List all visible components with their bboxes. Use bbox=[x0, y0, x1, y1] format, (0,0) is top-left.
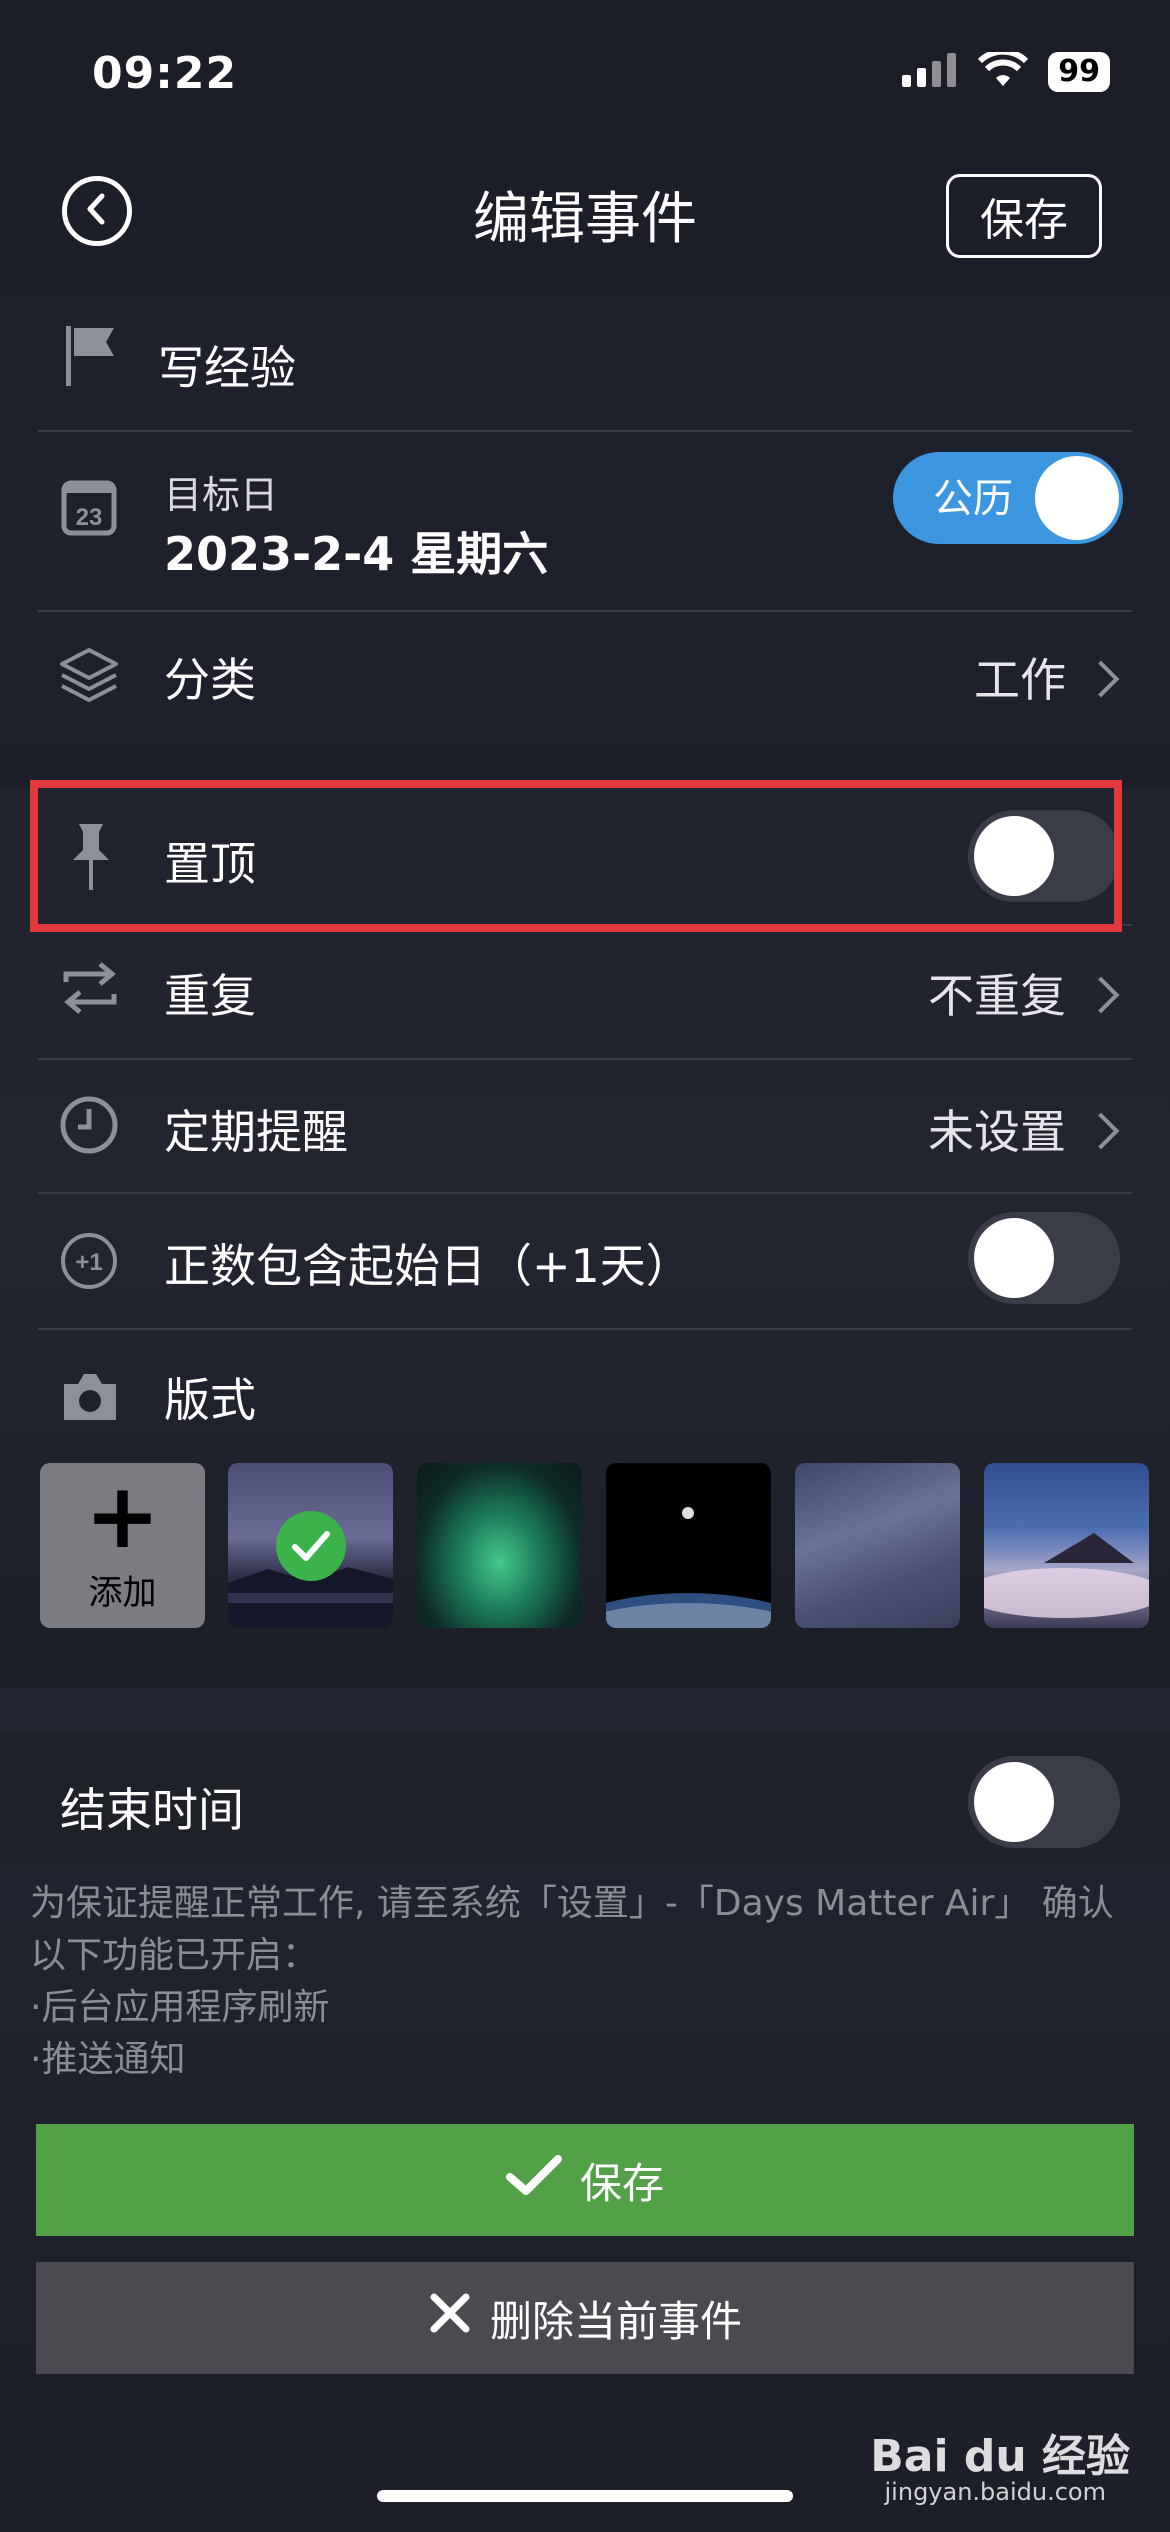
repeat-icon bbox=[60, 960, 120, 1016]
checkmark-icon bbox=[505, 2153, 562, 2207]
svg-text:+1: +1 bbox=[75, 1249, 102, 1276]
notice-text: 为保证提醒正常工作, 请至系统「设置」-「Days Matter Air」 确认… bbox=[30, 1878, 1140, 2086]
repeat-label: 重复 bbox=[164, 969, 256, 1023]
status-icons: 99 bbox=[902, 48, 1110, 92]
end-time-toggle[interactable] bbox=[968, 1756, 1120, 1848]
selected-check-icon bbox=[276, 1511, 346, 1581]
chevron-right-icon bbox=[1082, 660, 1120, 698]
include-start-label: 正数包含起始日（+1天） bbox=[164, 1239, 692, 1293]
style-thumbnail-3[interactable] bbox=[606, 1463, 771, 1628]
notice-line-2: ·后台应用程序刷新 bbox=[30, 1987, 330, 2028]
calendar-type-label: 公历 bbox=[933, 476, 1013, 522]
svg-text:23: 23 bbox=[76, 504, 103, 531]
highlight-annotation bbox=[30, 780, 1122, 932]
wifi-icon bbox=[978, 48, 1029, 92]
chevron-right-icon bbox=[1082, 976, 1120, 1014]
add-style-label: 添加 bbox=[88, 1573, 157, 1613]
plus-icon: + bbox=[84, 1464, 161, 1569]
category-value[interactable]: 工作 bbox=[974, 644, 1066, 710]
calendar-type-toggle[interactable]: 公历 bbox=[893, 452, 1123, 544]
toggle-knob bbox=[974, 1218, 1054, 1298]
camera-icon bbox=[60, 1370, 120, 1424]
layers-icon bbox=[58, 644, 120, 706]
baidu-watermark-url: jingyan.baidu.com bbox=[884, 2478, 1106, 2506]
end-time-section: 结束时间 bbox=[0, 1734, 1170, 1868]
notice-line-3: ·推送通知 bbox=[30, 2039, 186, 2080]
toggle-knob bbox=[1035, 456, 1119, 540]
reminder-value[interactable]: 未设置 bbox=[928, 1096, 1066, 1162]
reminder-label: 定期提醒 bbox=[164, 1105, 348, 1159]
end-time-label: 结束时间 bbox=[60, 1783, 244, 1837]
toggle-knob bbox=[974, 1762, 1054, 1842]
status-time: 09:22 bbox=[92, 48, 238, 99]
save-button[interactable]: 保存 bbox=[36, 2124, 1134, 2236]
style-thumbnail-2[interactable] bbox=[417, 1463, 582, 1628]
nav-save-button[interactable]: 保存 bbox=[946, 174, 1102, 258]
flag-icon bbox=[60, 324, 120, 388]
add-style-button[interactable]: + 添加 bbox=[40, 1463, 205, 1628]
plus-one-icon: +1 bbox=[58, 1230, 120, 1292]
battery-icon: 99 bbox=[1048, 52, 1110, 92]
home-indicator bbox=[377, 2490, 793, 2502]
style-label: 版式 bbox=[164, 1373, 256, 1427]
category-label: 分类 bbox=[164, 653, 256, 707]
notice-line-1: 为保证提醒正常工作, 请至系统「设置」-「Days Matter Air」 确认… bbox=[30, 1883, 1114, 1976]
target-date-label: 目标日 bbox=[164, 473, 279, 517]
event-name-field[interactable]: 写经验 bbox=[158, 332, 296, 398]
repeat-value[interactable]: 不重复 bbox=[928, 960, 1066, 1026]
chevron-right-icon bbox=[1082, 1112, 1120, 1150]
style-thumbnail-1[interactable] bbox=[228, 1463, 393, 1628]
clock-icon bbox=[58, 1094, 120, 1156]
signal-icon bbox=[902, 53, 958, 91]
delete-button-label: 删除当前事件 bbox=[489, 2296, 742, 2346]
close-icon bbox=[428, 2291, 472, 2345]
style-thumbnail-5[interactable] bbox=[984, 1463, 1149, 1628]
calendar-icon: 23 bbox=[60, 478, 118, 536]
include-start-toggle[interactable] bbox=[968, 1212, 1120, 1304]
style-thumbnail-4[interactable] bbox=[795, 1463, 960, 1628]
save-button-label: 保存 bbox=[579, 2158, 664, 2208]
target-date-value[interactable]: 2023-2-4 星期六 bbox=[164, 518, 548, 584]
delete-event-button[interactable]: 删除当前事件 bbox=[36, 2262, 1134, 2374]
baidu-watermark: Bai du 经验 bbox=[870, 2431, 1130, 2482]
